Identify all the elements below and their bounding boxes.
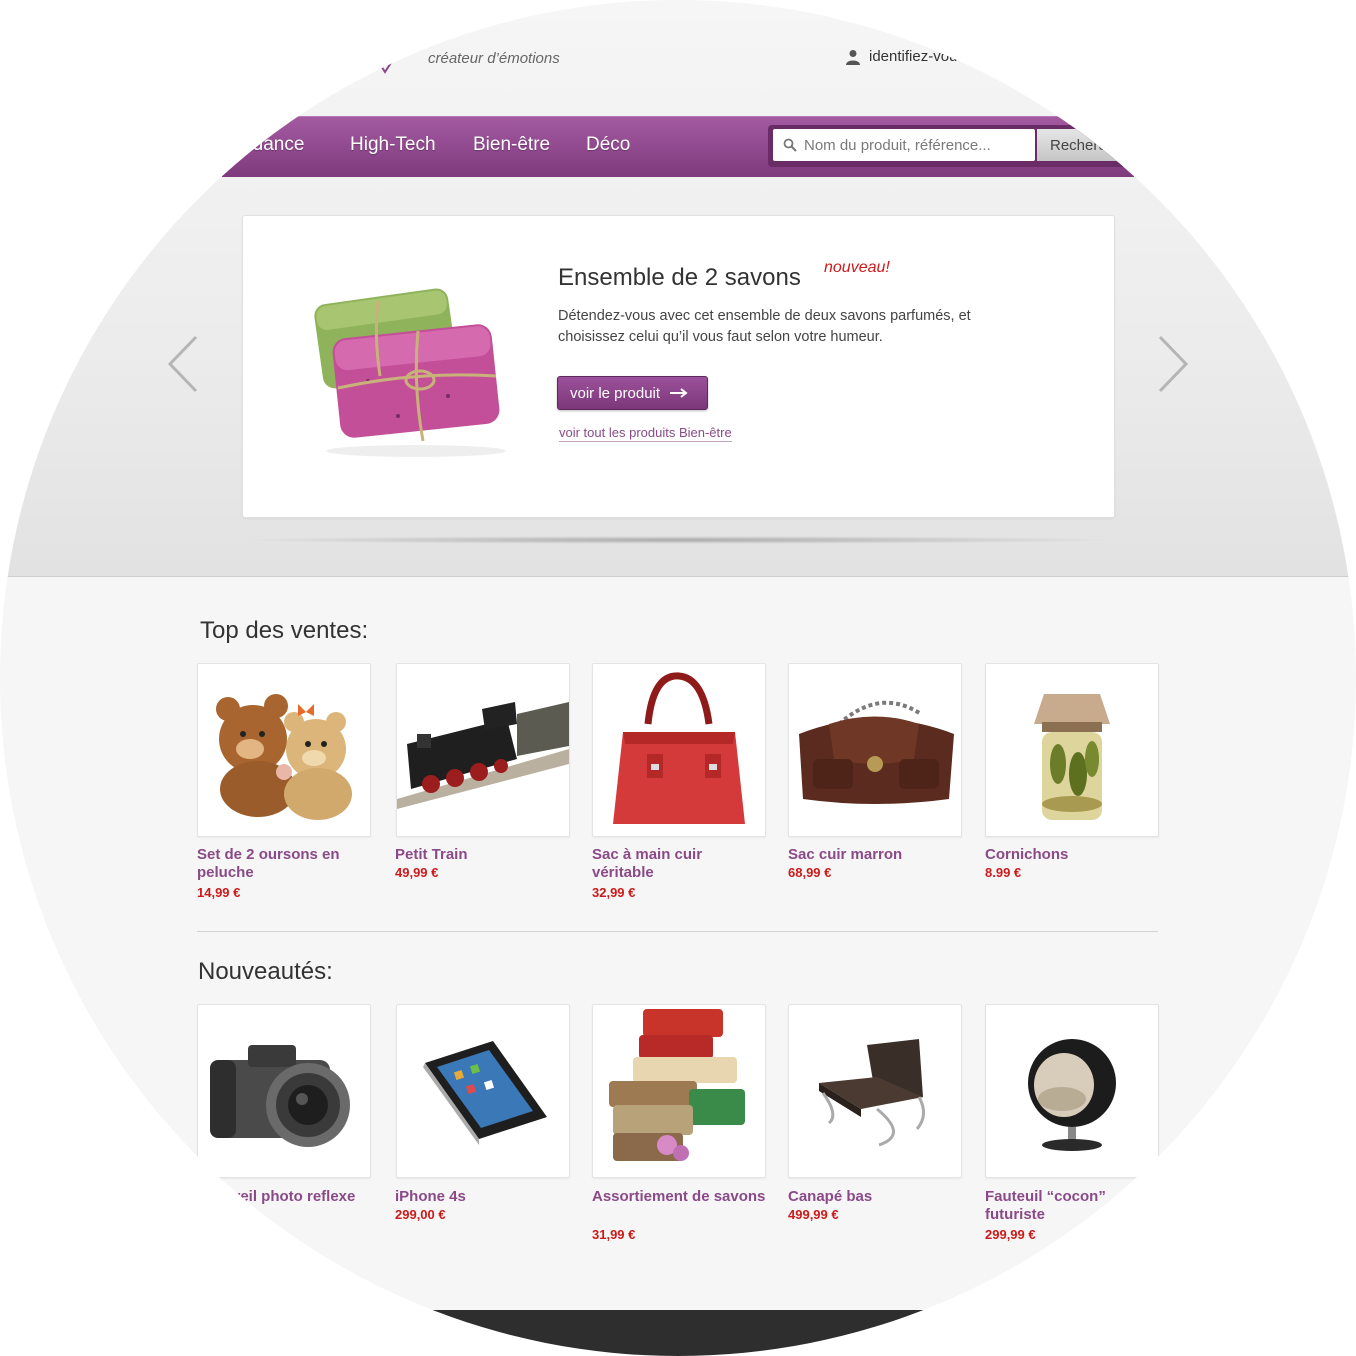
chevron-right-icon[interactable] xyxy=(1156,334,1190,394)
category-link[interactable]: voir tout les produits Bien-être xyxy=(559,425,732,442)
product-price: 8.99 € xyxy=(985,865,1022,880)
product-image-toy-train[interactable] xyxy=(396,663,570,837)
new-badge: nouveau! xyxy=(824,259,890,276)
nav-item-high-tech[interactable]: High-Tech xyxy=(350,134,436,156)
product-price: 299,00 € xyxy=(395,1207,446,1222)
soap-stack-icon xyxy=(609,1009,745,1161)
user-icon xyxy=(846,49,860,65)
slide-description: Détendez-vous avec cet ensemble de deux … xyxy=(558,308,971,345)
pickle-jar-icon xyxy=(1034,694,1110,820)
search-icon xyxy=(783,138,797,152)
brand-tagline: créateur d’émotions xyxy=(428,50,560,67)
section-divider xyxy=(197,931,1158,932)
search-field[interactable] xyxy=(773,129,1035,161)
slide-shadow xyxy=(238,536,1118,544)
product-name[interactable]: Cornichons xyxy=(985,846,1160,864)
search-input[interactable] xyxy=(804,136,1024,154)
product-image-smartphone[interactable] xyxy=(396,1004,570,1178)
product-image-pickle-jar[interactable] xyxy=(985,663,1159,837)
product-price: 14,99 € xyxy=(197,885,241,900)
product-image-soap-stack[interactable] xyxy=(592,1004,766,1178)
product-image-camera[interactable] xyxy=(197,1004,371,1178)
product-name[interactable]: Set de 2 oursons en peluche xyxy=(197,846,372,882)
nav-item-tendance[interactable]: Tendance xyxy=(222,134,304,156)
camera-icon xyxy=(210,1045,350,1147)
product-price: 68,99 € xyxy=(788,865,832,880)
arrow-right-icon xyxy=(670,388,688,398)
page: créateur d’émotions identifiez-vous Tend… xyxy=(0,0,1356,1356)
view-product-button[interactable]: voir le produit xyxy=(557,376,708,410)
toy-train-icon xyxy=(397,702,569,809)
brown-bag-icon xyxy=(799,700,954,804)
product-price: 32,99 € xyxy=(592,885,636,900)
smartphone-icon xyxy=(423,1041,547,1145)
product-image-red-handbag[interactable] xyxy=(592,663,766,837)
product-name[interactable]: Petit Train xyxy=(395,846,570,864)
teddy-bears-icon xyxy=(216,694,352,820)
featured-slide xyxy=(242,215,1115,518)
product-name[interactable]: Appareil photo reflexe xyxy=(197,1188,372,1206)
product-name[interactable]: Assortiement de savons xyxy=(592,1188,767,1206)
soap-pair-image[interactable] xyxy=(298,276,523,461)
slide-title: Ensemble de 2 savons xyxy=(558,264,801,291)
nav-item-deco[interactable]: Déco xyxy=(586,134,630,156)
product-image-lounge-chair[interactable] xyxy=(788,1004,962,1178)
product-image-teddy-bears[interactable] xyxy=(197,663,371,837)
top-sales-title: Top des ventes: xyxy=(200,617,369,644)
product-name[interactable]: iPhone 4s xyxy=(395,1188,570,1206)
login-link[interactable]: identifiez-vous xyxy=(845,48,965,65)
product-name[interactable]: Fauteuil “cocon” futuriste xyxy=(985,1188,1160,1224)
product-image-egg-chair[interactable] xyxy=(985,1004,1159,1178)
red-handbag-icon xyxy=(613,672,745,824)
logo-icon[interactable] xyxy=(372,58,398,76)
new-items-title: Nouveautés: xyxy=(198,958,333,985)
product-price: 49,99 € xyxy=(395,865,439,880)
view-product-label: voir le produit xyxy=(570,384,661,402)
chevron-left-icon[interactable] xyxy=(166,334,200,394)
product-price: 31,99 € xyxy=(592,1227,636,1242)
login-label: identifiez-vous xyxy=(869,48,965,65)
product-name[interactable]: Canapé bas xyxy=(788,1188,963,1206)
lounge-chair-icon xyxy=(819,1039,925,1147)
product-price: 299,99 € xyxy=(985,1227,1036,1242)
product-price: 499,99 € xyxy=(788,1207,839,1222)
nav-item-bien-etre[interactable]: Bien-être xyxy=(473,134,550,156)
search-button[interactable]: Rechercher xyxy=(1037,129,1157,161)
footer xyxy=(0,1310,1356,1356)
product-name[interactable]: Sac cuir marron xyxy=(788,846,963,864)
product-name[interactable]: Sac à main cuir véritable xyxy=(592,846,767,882)
product-image-brown-bag[interactable] xyxy=(788,663,962,837)
egg-chair-icon xyxy=(1028,1039,1116,1151)
